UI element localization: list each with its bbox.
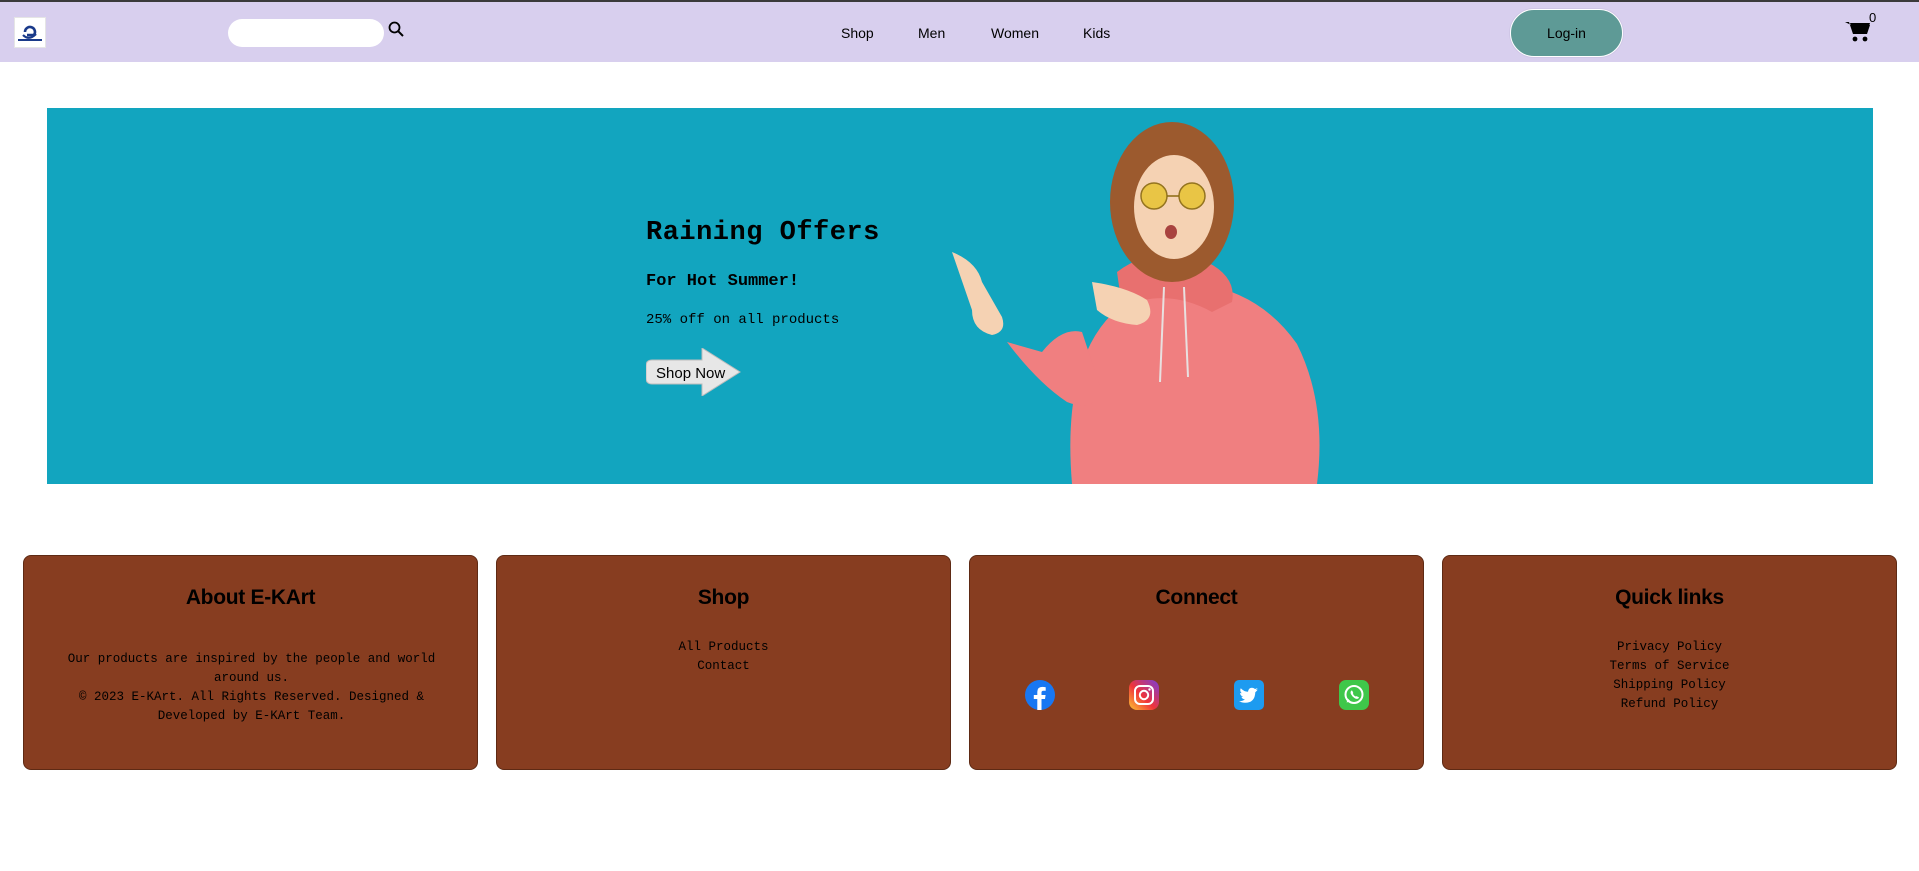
copyright-text: © 2023 E-KArt. All Rights Reserved. Desi… xyxy=(78,690,425,723)
quick-links-card: Quick links Privacy Policy Terms of Serv… xyxy=(1442,555,1897,770)
shop-title: Shop xyxy=(697,586,750,609)
cart-count: 0 xyxy=(1869,10,1877,25)
search-icon[interactable] xyxy=(388,21,404,37)
about-text: Our products are inspired by the people … xyxy=(67,652,436,685)
login-button[interactable]: Log-in xyxy=(1510,9,1623,57)
link-all-products[interactable]: All Products xyxy=(497,638,950,657)
nav-women[interactable]: Women xyxy=(991,25,1039,41)
shop-now-button[interactable]: Shop Now xyxy=(646,348,741,396)
connect-title: Connect xyxy=(1155,586,1238,609)
search-input[interactable] xyxy=(228,19,384,47)
quick-links-title: Quick links xyxy=(1615,586,1724,609)
link-contact[interactable]: Contact xyxy=(497,657,950,676)
facebook-icon[interactable] xyxy=(1025,680,1055,710)
cart-icon[interactable] xyxy=(1845,20,1871,42)
hero-subtitle: For Hot Summer! xyxy=(646,272,800,291)
nav-men[interactable]: Men xyxy=(918,25,945,41)
model-image xyxy=(952,122,1320,484)
shop-now-label: Shop Now xyxy=(656,364,726,382)
link-terms-of-service[interactable]: Terms of Service xyxy=(1443,657,1896,676)
nav-shop[interactable]: Shop xyxy=(841,25,874,41)
hero-offer-text: 25% off on all products xyxy=(646,312,840,328)
link-privacy-policy[interactable]: Privacy Policy xyxy=(1443,638,1896,657)
twitter-icon[interactable] xyxy=(1234,680,1264,710)
about-card: About E-KArt Our products are inspired b… xyxy=(23,555,478,770)
hero-title: Raining Offers xyxy=(646,218,880,248)
navbar: Shop Men Women Kids Log-in 0 xyxy=(0,2,1919,62)
whatsapp-icon[interactable] xyxy=(1339,680,1369,710)
link-refund-policy[interactable]: Refund Policy xyxy=(1443,695,1896,714)
about-title: About E-KArt xyxy=(185,586,316,609)
shop-card: Shop All Products Contact xyxy=(496,555,951,770)
hero-banner: Raining Offers For Hot Summer! 25% off o… xyxy=(47,108,1873,484)
instagram-icon[interactable] xyxy=(1129,680,1159,710)
connect-card: Connect xyxy=(969,555,1424,770)
logo-icon xyxy=(15,18,45,47)
logo[interactable] xyxy=(14,17,46,48)
link-shipping-policy[interactable]: Shipping Policy xyxy=(1443,676,1896,695)
cart[interactable]: 0 xyxy=(1845,10,1885,50)
nav-kids[interactable]: Kids xyxy=(1083,25,1110,41)
